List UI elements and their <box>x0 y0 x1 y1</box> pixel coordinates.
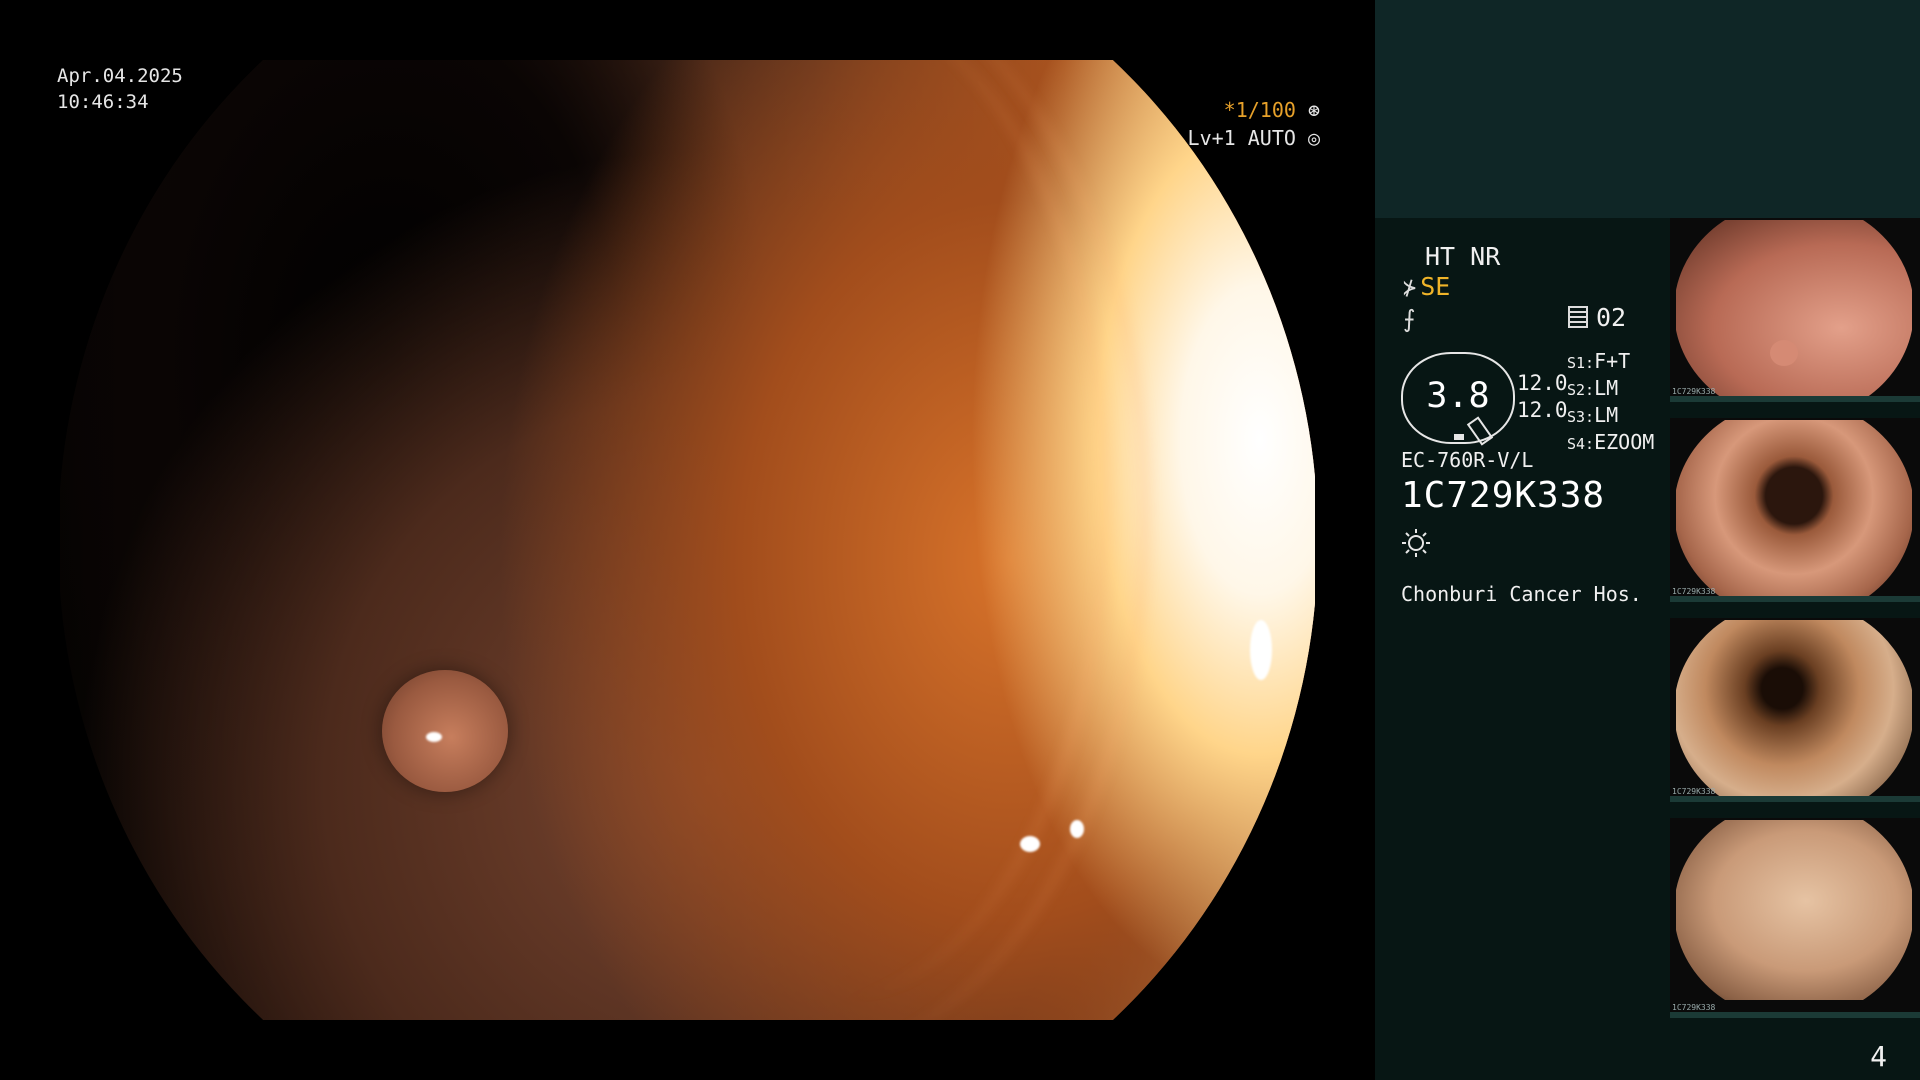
scope-serial: 1C729K338 <box>1401 475 1606 516</box>
reflection-glint <box>1070 820 1084 838</box>
thumbnail-bar <box>1670 1012 1920 1018</box>
se-label: SE <box>1420 272 1451 301</box>
switch-value: EZOOM <box>1594 430 1655 454</box>
polyp <box>382 670 508 792</box>
gauge-mark <box>1454 434 1464 440</box>
switch-row: S3:LM <box>1567 403 1654 430</box>
scope-model: EC-760R-V/L <box>1401 448 1534 472</box>
gauge-number: 12.0 <box>1517 371 1568 395</box>
thumbnail-serial: 1C729K338 <box>1672 1003 1716 1012</box>
reflection-glint <box>1020 836 1040 852</box>
date-label: Apr.04.2025 <box>57 65 183 87</box>
switch-value: F+T <box>1594 349 1631 373</box>
captured-thumbnail[interactable]: 1C729K338 <box>1670 618 1920 802</box>
datetime-overlay: Apr.04.2025 10:46:34 <box>57 63 183 115</box>
reflection-glint <box>426 732 442 742</box>
thumbnail-image <box>1676 620 1912 800</box>
endoscope-live-view <box>60 60 1315 1020</box>
thumbnail-bar <box>1670 396 1920 402</box>
gauge-number: 12.0 <box>1517 398 1568 422</box>
switch-value: LM <box>1594 403 1619 427</box>
gauge-value: 3.8 <box>1426 376 1490 416</box>
switch-value: LM <box>1594 376 1619 400</box>
thumbnail-bar <box>1670 796 1920 802</box>
thumbnail-serial: 1C729K338 <box>1672 787 1716 796</box>
iris-icon: ◎ <box>1307 126 1320 150</box>
panel-header <box>1375 0 1920 218</box>
thumbnail-bar <box>1670 596 1920 602</box>
switch-key: S3: <box>1567 408 1595 426</box>
shutter-speed: *1/100 <box>1223 98 1296 122</box>
switch-row: S1:F+T <box>1567 349 1654 376</box>
page-number: 4 <box>1870 1040 1887 1073</box>
level-label: Lv+1 AUTO <box>1187 126 1296 150</box>
captured-thumbnail[interactable]: 1C729K338 <box>1670 818 1920 1018</box>
structure-icon: ⊁ <box>1403 276 1417 301</box>
shutter-overlay: *1/100 ⊛ <box>1224 97 1320 123</box>
scope-switches: S1:F+T S2:LM S3:LM S4:EZOOM <box>1567 349 1654 457</box>
reflection-glint <box>1250 620 1272 680</box>
gauge: 3.8 <box>1401 352 1515 446</box>
level-overlay: Lv+1 AUTO ◎ <box>1188 125 1320 151</box>
light-source-icon <box>1402 529 1430 557</box>
memory-indicator: 02 <box>1568 303 1626 332</box>
switch-key: S4: <box>1567 435 1595 453</box>
aperture-icon: ⊛ <box>1307 98 1320 122</box>
polyp <box>1770 340 1798 366</box>
thumbnail-image <box>1676 420 1912 600</box>
time-label: 10:46:34 <box>57 91 149 113</box>
image-modes: HT NR <box>1425 242 1501 271</box>
captured-thumbnail[interactable]: 1C729K338 <box>1670 418 1920 602</box>
structure-enhancement: ⊁ SE <box>1403 272 1450 301</box>
color-mode-icon: ⨍ <box>1403 305 1416 333</box>
gauge-numbers: 12.0 12.0 <box>1517 370 1568 424</box>
thumbnail-image <box>1676 820 1912 1000</box>
thumbnail-serial: 1C729K338 <box>1672 587 1716 596</box>
memory-icon <box>1568 306 1588 328</box>
memory-value: 02 <box>1596 303 1627 332</box>
switch-row: S2:LM <box>1567 376 1654 403</box>
hospital-name: Chonburi Cancer Hos. <box>1401 582 1642 606</box>
switch-row: S4:EZOOM <box>1567 430 1654 457</box>
thumbnail-serial: 1C729K338 <box>1672 387 1716 396</box>
thumbnail-image <box>1676 220 1912 400</box>
switch-key: S2: <box>1567 381 1595 399</box>
captured-thumbnail[interactable]: 1C729K338 <box>1670 218 1920 402</box>
switch-key: S1: <box>1567 354 1595 372</box>
